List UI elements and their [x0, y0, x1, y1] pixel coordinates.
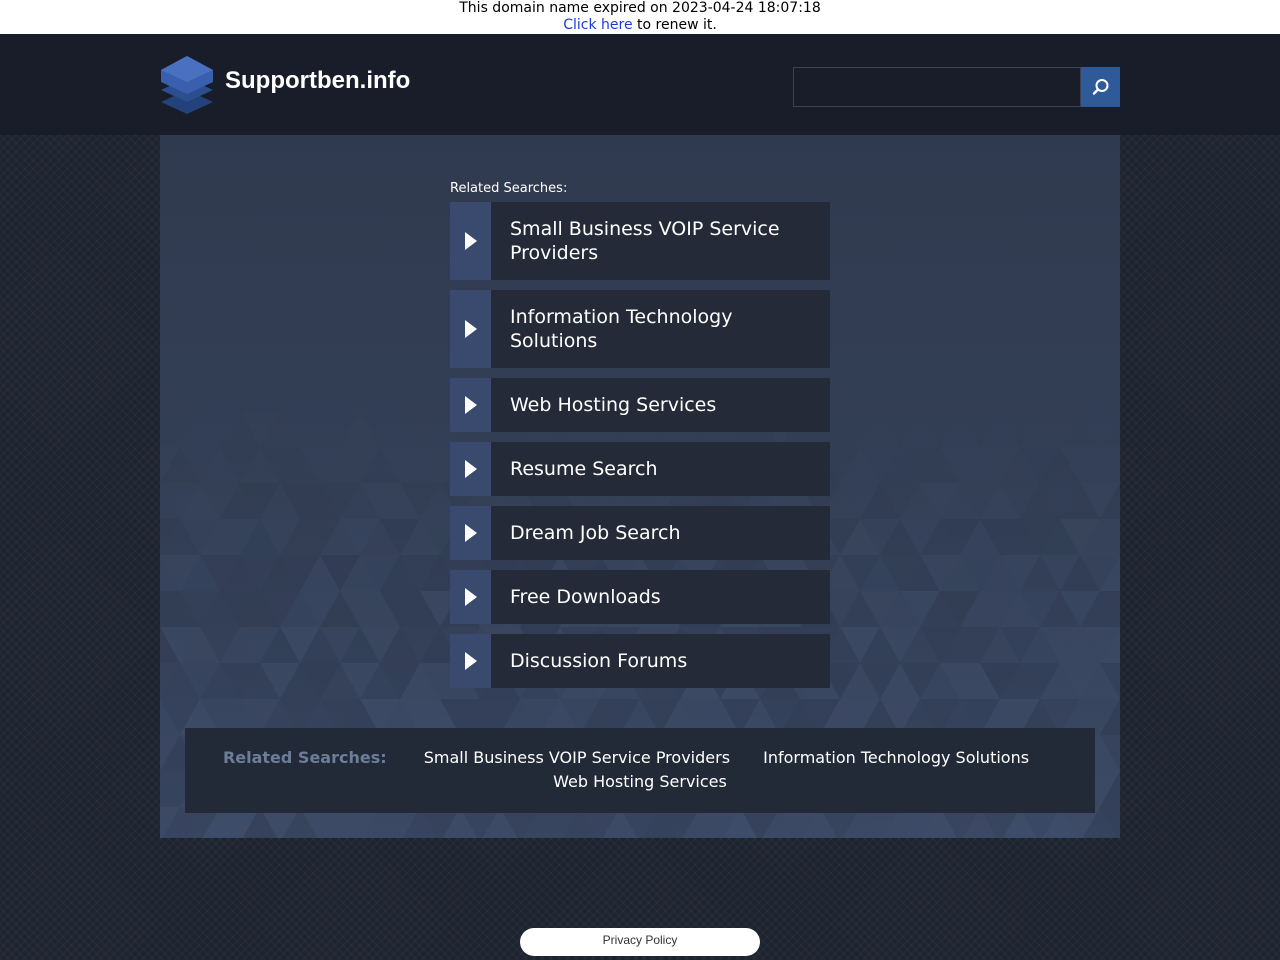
play-arrow-icon	[464, 652, 477, 670]
expiry-message: This domain name expired on 2023-04-24 1…	[459, 0, 821, 16]
bottom-link-3[interactable]: Web Hosting Services	[553, 772, 727, 791]
arrow-box	[450, 634, 491, 688]
related-link-7[interactable]: Discussion Forums	[450, 634, 830, 688]
related-link-label: Free Downloads	[491, 570, 830, 624]
arrow-box	[450, 290, 491, 368]
arrow-box	[450, 506, 491, 560]
renew-link[interactable]: Click here	[563, 17, 632, 33]
bottom-related-title: Related Searches:	[222, 748, 387, 767]
related-link-label: Dream Job Search	[491, 506, 830, 560]
arrow-box	[450, 202, 491, 280]
related-link-label: Resume Search	[491, 442, 830, 496]
related-link-label: Information Technology Solutions	[491, 290, 830, 368]
bottom-related-searches: Related Searches: Small Business VOIP Se…	[185, 728, 1095, 813]
play-arrow-icon	[464, 232, 477, 250]
play-arrow-icon	[464, 396, 477, 414]
renew-line: Click here to renew it.	[0, 17, 1280, 34]
search-icon	[1092, 79, 1108, 95]
related-link-1[interactable]: Small Business VOIP Service Providers	[450, 202, 830, 280]
related-link-5[interactable]: Dream Job Search	[450, 506, 830, 560]
arrow-box	[450, 442, 491, 496]
play-arrow-icon	[464, 460, 477, 478]
site-title: Supportben.info	[225, 67, 411, 94]
stacked-layers-icon	[161, 56, 213, 114]
related-link-4[interactable]: Resume Search	[450, 442, 830, 496]
related-link-6[interactable]: Free Downloads	[450, 570, 830, 624]
main-panel: Related Searches: Small Business VOIP Se…	[160, 135, 1120, 838]
arrow-box	[450, 378, 491, 432]
related-link-3[interactable]: Web Hosting Services	[450, 378, 830, 432]
privacy-policy-link[interactable]: Privacy Policy	[520, 928, 760, 956]
search-input[interactable]	[793, 67, 1081, 107]
related-link-label: Discussion Forums	[491, 634, 830, 688]
site-header: Supportben.info	[0, 34, 1280, 135]
play-arrow-icon	[464, 588, 477, 606]
expiry-banner: This domain name expired on 2023-04-24 1…	[0, 0, 1280, 34]
play-arrow-icon	[464, 524, 477, 542]
search-button[interactable]	[1081, 67, 1120, 107]
related-link-label: Small Business VOIP Service Providers	[491, 202, 830, 280]
bottom-link-1[interactable]: Small Business VOIP Service Providers	[424, 748, 730, 767]
renew-suffix: to renew it.	[632, 17, 717, 33]
related-searches-title: Related Searches:	[450, 181, 568, 196]
related-link-2[interactable]: Information Technology Solutions	[450, 290, 830, 368]
related-link-label: Web Hosting Services	[491, 378, 830, 432]
play-arrow-icon	[464, 320, 477, 338]
arrow-box	[450, 570, 491, 624]
bottom-link-2[interactable]: Information Technology Solutions	[763, 748, 1029, 767]
